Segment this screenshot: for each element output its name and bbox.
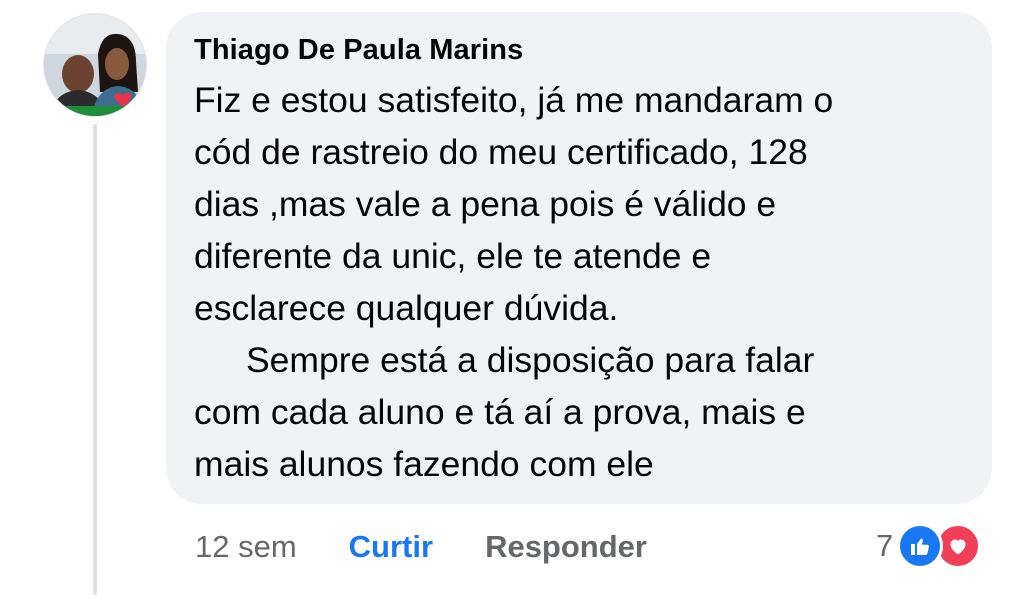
comment-line: mais alunos fazendo com ele xyxy=(194,444,654,484)
reactions-summary[interactable]: 7 xyxy=(876,522,982,570)
comment-line: Fiz e estou satisfeito, já me mandaram o xyxy=(194,80,834,120)
reply-button[interactable]: Responder xyxy=(485,529,647,565)
like-button[interactable]: Curtir xyxy=(349,529,433,565)
comment-line: Sempre está a disposição para falar xyxy=(246,340,815,380)
comment-line: diferente da unic, ele te atende e xyxy=(194,236,712,276)
comment-timestamp[interactable]: 12 sem xyxy=(195,529,297,565)
comment-line: com cada aluno e tá aí a prova, mais e xyxy=(194,392,806,432)
comment-bubble: Thiago De Paula Marins Fiz e estou satis… xyxy=(166,12,992,504)
comment-line: esclarece qualquer dúvida. xyxy=(194,288,619,328)
comment-paragraph: Fiz e estou satisfeito, já me mandaram o… xyxy=(194,74,964,334)
comment-paragraph: Sempre está a disposição para falar com … xyxy=(194,334,964,490)
like-icon xyxy=(897,523,944,569)
comment-page: Thiago De Paula Marins Fiz e estou satis… xyxy=(0,0,1024,595)
comment-actions: 12 sem Curtir Responder xyxy=(195,525,647,569)
comment-line: cód de rastreio do meu certificado, 128 xyxy=(194,132,808,172)
avatar-photo xyxy=(44,14,146,116)
comment-author[interactable]: Thiago De Paula Marins xyxy=(194,32,964,68)
reaction-count: 7 xyxy=(876,528,894,563)
thread-line xyxy=(93,124,97,595)
comment-text: Fiz e estou satisfeito, já me mandaram o… xyxy=(194,74,964,490)
comment-line: dias ,mas vale a pena pois é válido e xyxy=(194,184,777,224)
avatar[interactable] xyxy=(44,14,146,116)
